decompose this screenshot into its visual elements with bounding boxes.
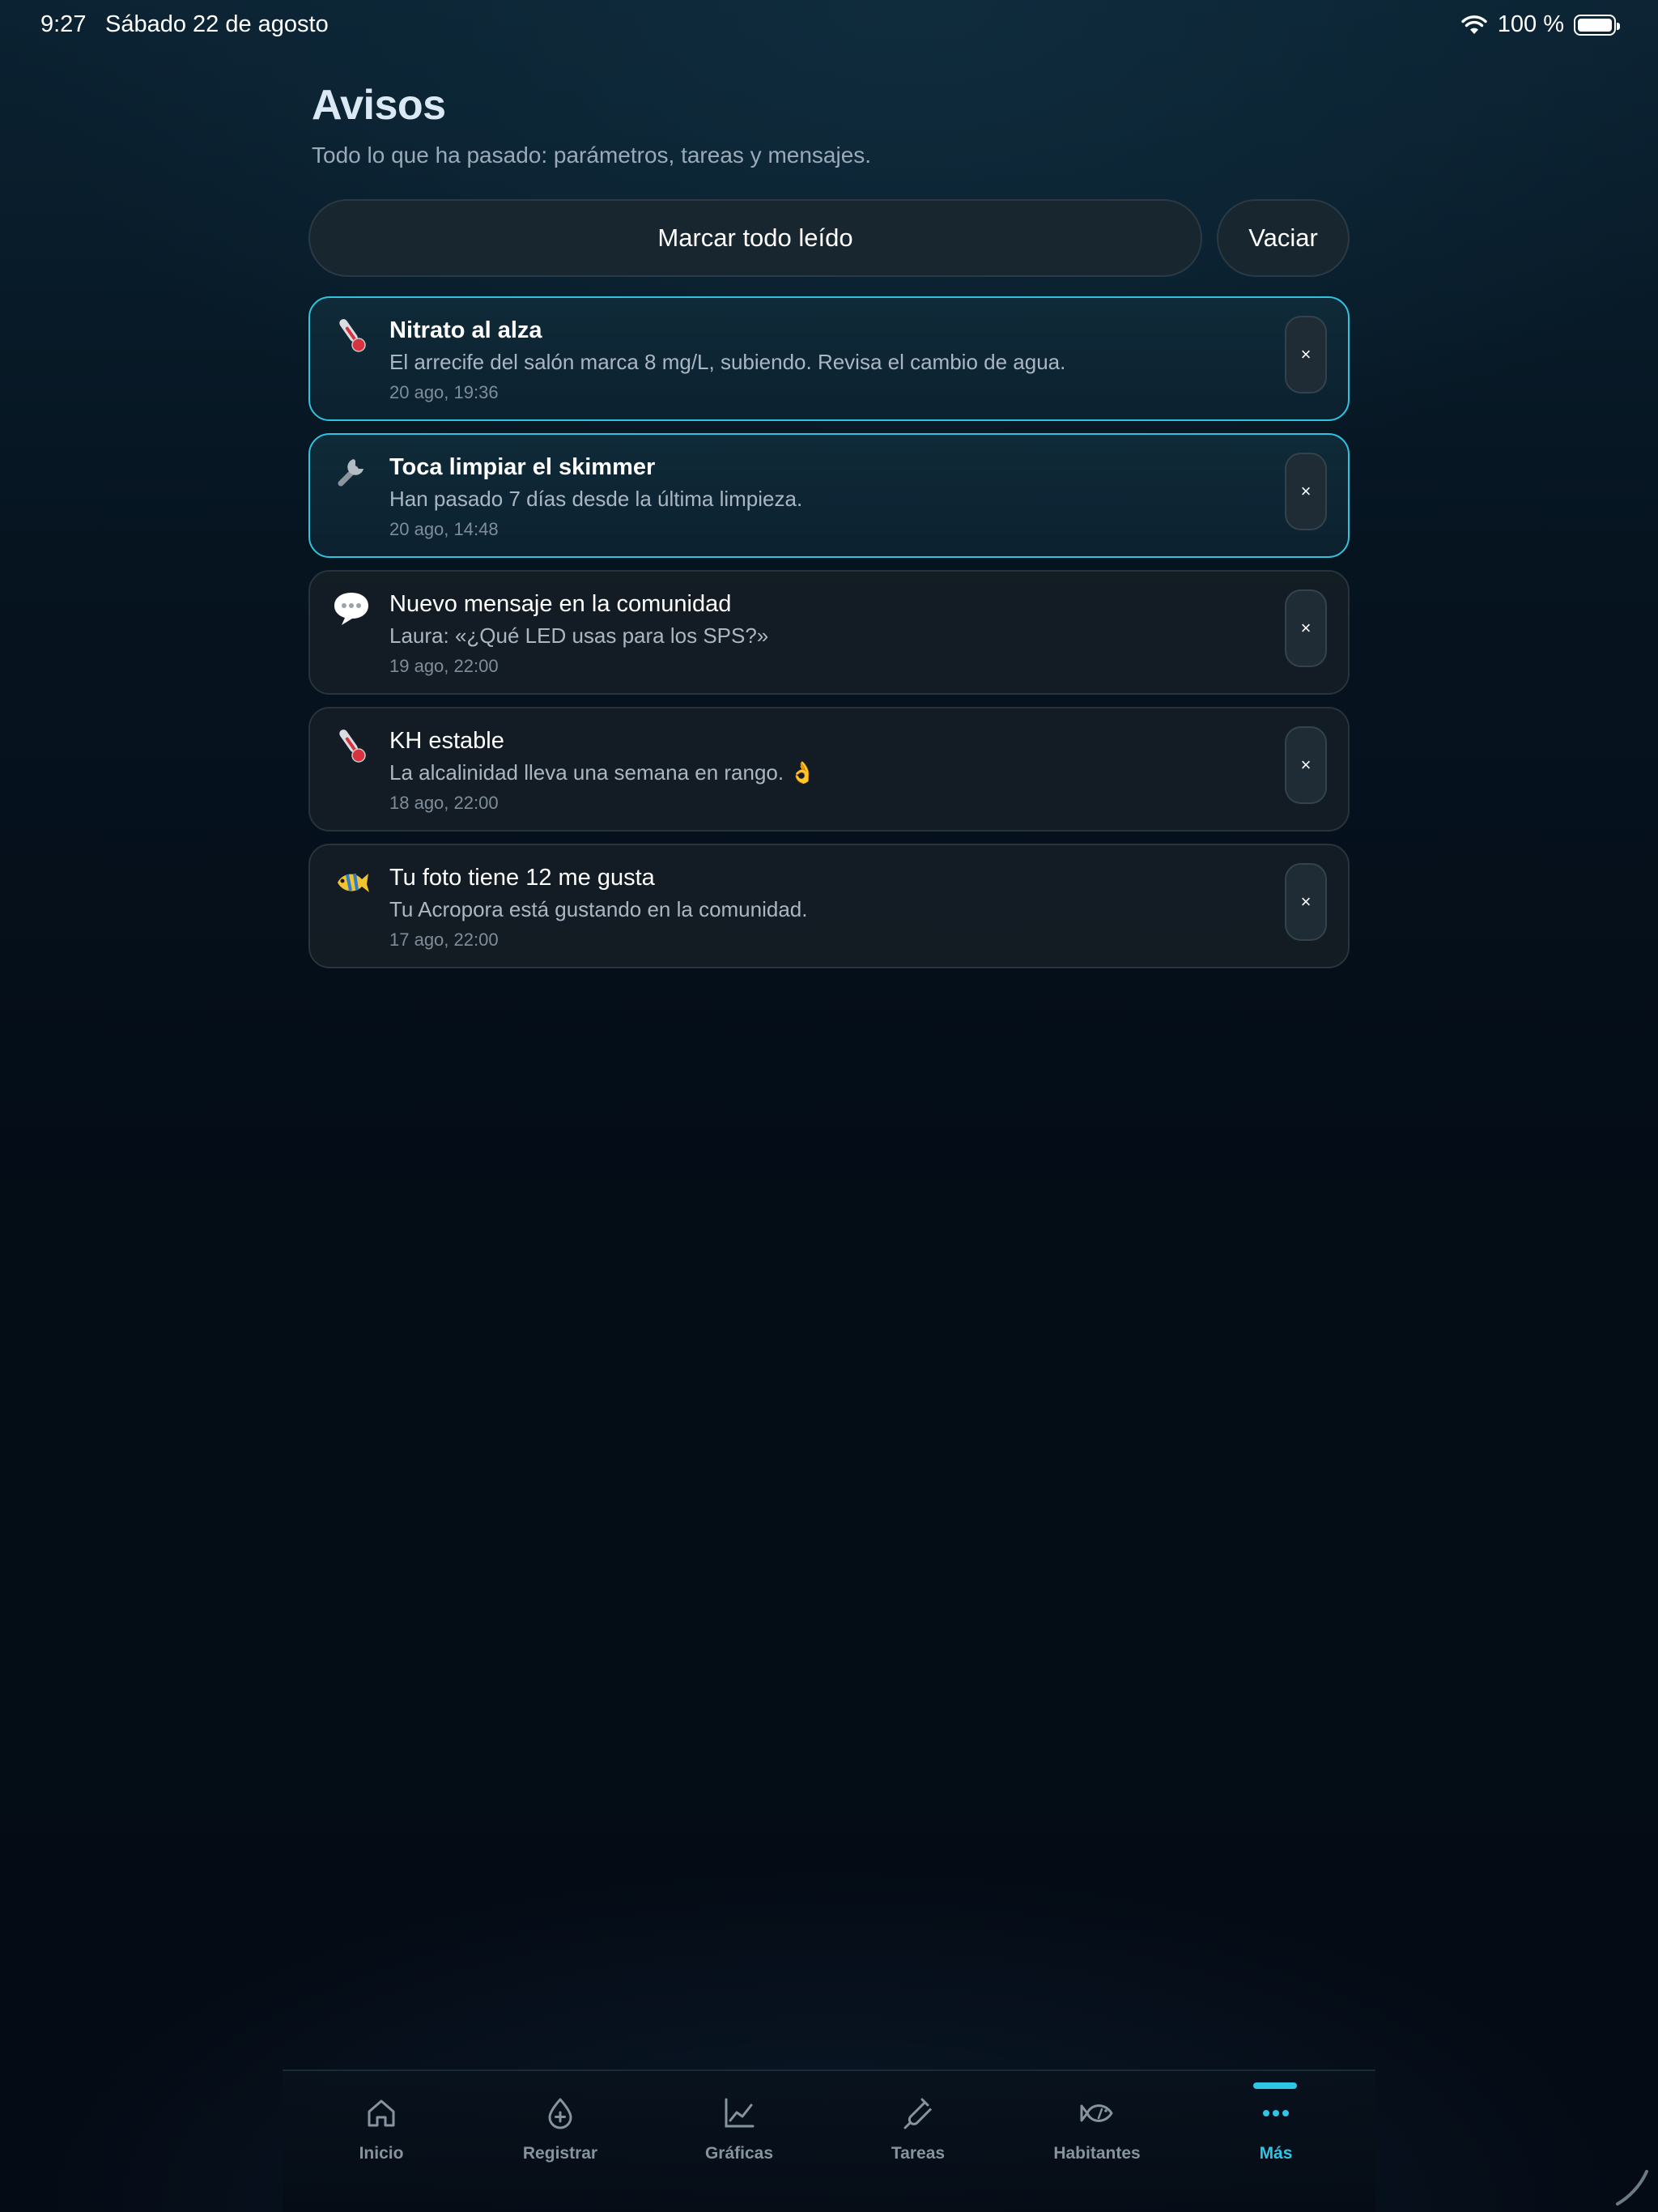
actions-row: Marcar todo leído Vaciar (308, 199, 1350, 277)
status-time: 9:27 (40, 11, 87, 37)
tab-label: Inicio (359, 2144, 404, 2163)
tab-label: Registrar (522, 2144, 598, 2163)
notification-title: Nuevo mensaje en la comunidad (389, 591, 732, 617)
notification-title: Toca limpiar el skimmer (389, 454, 656, 480)
page-subtitle: Todo lo que ha pasado: parámetros, tarea… (312, 143, 872, 168)
speech-bubble-icon (334, 593, 368, 625)
notification-body: La alcalinidad lleva una semana en rango… (389, 760, 816, 785)
test-tube-icon (903, 2098, 933, 2129)
dismiss-button[interactable]: × (1285, 589, 1327, 667)
tab-label: Más (1259, 2144, 1293, 2163)
notification-body: Han pasado 7 días desde la última limpie… (389, 487, 803, 511)
tab-label: Tareas (891, 2144, 946, 2163)
notification-title: Tu foto tiene 12 me gusta (389, 865, 655, 891)
tab-graficas[interactable]: Gráficas (658, 2095, 820, 2184)
tropical-fish-icon (338, 873, 369, 892)
notification-title: KH estable (389, 728, 504, 754)
dismiss-button[interactable]: × (1285, 316, 1327, 393)
notification-item[interactable]: KH estable La alcalinidad lleva una sema… (308, 707, 1350, 832)
more-dots-icon (1263, 2110, 1289, 2116)
active-tab-indicator (1253, 2082, 1297, 2089)
notification-time: 20 ago, 19:36 (389, 382, 499, 402)
notification-body: Laura: «¿Qué LED usas para los SPS?» (389, 623, 769, 648)
tab-tareas[interactable]: Tareas (837, 2095, 999, 2184)
tab-registrar[interactable]: Registrar (479, 2095, 641, 2184)
notifications-screen: Avisos Todo lo que ha pasado: parámetros… (308, 81, 1350, 968)
notification-list: Nitrato al alza El arrecife del salón ma… (308, 296, 1350, 968)
battery-icon (1574, 14, 1620, 36)
thermometer-icon (339, 730, 366, 763)
tab-label: Gráficas (704, 2144, 774, 2163)
page-title: Avisos (312, 82, 446, 129)
notification-title: Nitrato al alza (389, 317, 542, 343)
dismiss-button[interactable]: × (1285, 453, 1327, 530)
notification-item[interactable]: Toca limpiar el skimmer Han pasado 7 día… (308, 433, 1350, 558)
dismiss-button[interactable]: × (1285, 726, 1327, 804)
battery-percentage: 100 % (1497, 11, 1564, 37)
line-chart-icon (725, 2098, 755, 2128)
wifi-icon (1461, 15, 1487, 34)
clear-button[interactable]: Vaciar (1217, 199, 1350, 277)
notification-time: 17 ago, 22:00 (389, 929, 499, 950)
status-right: 100 % (1460, 11, 1620, 38)
fish-icon (1080, 2104, 1113, 2122)
mark-all-read-button[interactable]: Marcar todo leído (308, 199, 1202, 277)
tab-label: Habitantes (1053, 2144, 1141, 2163)
drop-plus-icon (548, 2098, 572, 2129)
thermometer-icon (339, 319, 366, 352)
tab-bar: Inicio Registrar Gráficas Tareas Habitan… (283, 2069, 1375, 2212)
notification-time: 18 ago, 22:00 (389, 793, 499, 813)
notification-item[interactable]: Tu foto tiene 12 me gusta Tu Acropora es… (308, 844, 1350, 968)
wrench-icon (338, 459, 363, 487)
tab-inicio[interactable]: Inicio (300, 2095, 462, 2184)
resize-handle-icon (1616, 2170, 1648, 2206)
status-bar: 9:27 Sábado 22 de agosto 100 % (0, 0, 1658, 52)
notification-time: 20 ago, 14:48 (389, 519, 499, 539)
notification-time: 19 ago, 22:00 (389, 656, 499, 676)
notification-item[interactable]: Nitrato al alza El arrecife del salón ma… (308, 296, 1350, 421)
notification-body: Tu Acropora está gustando en la comunida… (389, 897, 808, 921)
notification-item[interactable]: Nuevo mensaje en la comunidad Laura: «¿Q… (308, 570, 1350, 695)
home-icon (368, 2099, 395, 2127)
tab-habitantes[interactable]: Habitantes (1016, 2095, 1178, 2184)
status-date: Sábado 22 de agosto (105, 11, 329, 37)
dismiss-button[interactable]: × (1285, 863, 1327, 941)
tab-mas[interactable]: Más (1195, 2095, 1357, 2184)
notification-body: El arrecife del salón marca 8 mg/L, subi… (389, 350, 1066, 374)
